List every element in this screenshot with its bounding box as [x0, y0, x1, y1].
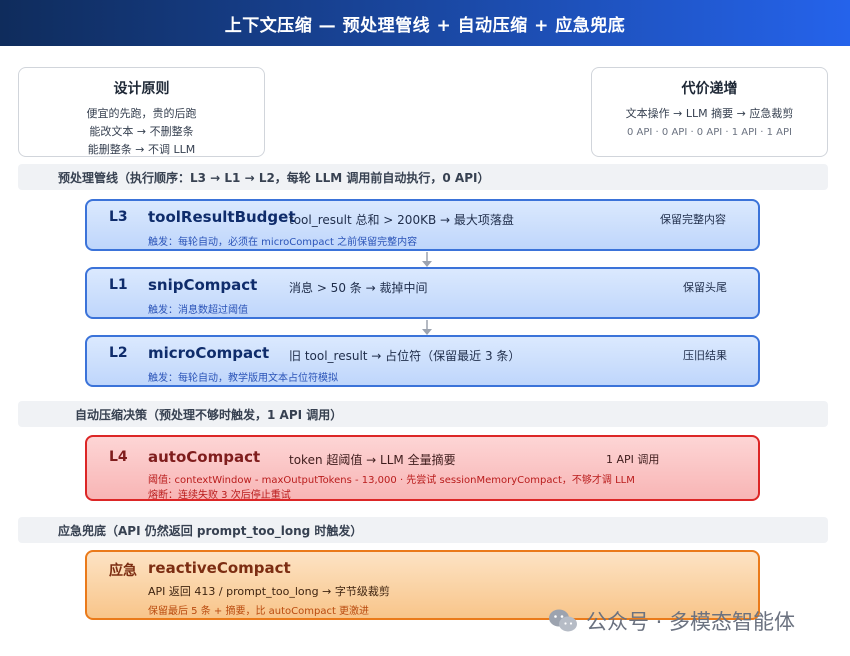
layer-id: L4	[109, 449, 128, 465]
layer-name: toolResultBudget	[148, 208, 296, 226]
cost-escalation-api-counts: 0 API · 0 API · 0 API · 1 API · 1 API	[627, 127, 792, 138]
section-auto-compact: 自动压缩决策（预处理不够时触发，1 API 调用）	[18, 401, 828, 427]
layer-circuit-breaker: 熔断：连续失败 3 次后停止重试	[148, 490, 291, 501]
layer-id: L3	[109, 209, 128, 225]
watermark: 公众号 · 多模态智能体	[548, 606, 795, 636]
layer-trigger: 触发：每轮自动，必须在 microCompact 之前保留完整内容	[148, 237, 418, 248]
layer-keep-note: 保留完整内容	[660, 213, 726, 226]
cost-escalation-box: 代价递增 文本操作 → LLM 摘要 → 应急裁剪 0 API · 0 API …	[591, 67, 828, 157]
layer-description: token 超阈值 → LLM 全量摘要	[289, 453, 456, 467]
header-banner: 上下文压缩 — 预处理管线 + 自动压缩 + 应急兜底	[0, 0, 850, 46]
cost-escalation-line: 文本操作 → LLM 摘要 → 应急裁剪	[625, 107, 794, 120]
section-emergency: 应急兜底（API 仍然返回 prompt_too_long 时触发）	[18, 517, 828, 543]
arrow-down-icon	[422, 252, 432, 267]
watermark-text: 公众号 · 多模态智能体	[586, 610, 796, 634]
layer-description: API 返回 413 / prompt_too_long → 字节级裁剪	[148, 585, 390, 598]
layer-cost-note: 1 API 调用	[606, 453, 660, 466]
section-emergency-label: 应急兜底（API 仍然返回 prompt_too_long 时触发）	[58, 523, 363, 538]
layer-description: 旧 tool_result → 占位符（保留最近 3 条）	[289, 349, 521, 363]
layer-l1-snip-compact: L1 snipCompact 消息 > 50 条 → 裁掉中间 保留头尾 触发：…	[85, 267, 760, 319]
section-auto-label: 自动压缩决策（预处理不够时触发，1 API 调用）	[75, 407, 343, 422]
wechat-icon	[549, 609, 577, 632]
page-title: 上下文压缩 — 预处理管线 + 自动压缩 + 应急兜底	[224, 15, 626, 36]
layer-name: snipCompact	[148, 276, 258, 294]
layer-l3-tool-result-budget: L3 toolResultBudget tool_result 总和 > 200…	[85, 199, 760, 251]
design-principle-line: 能删整条 → 不调 LLM	[87, 143, 196, 156]
design-principle-line: 便宜的先跑，贵的后跑	[86, 107, 197, 120]
layer-l4-auto-compact: L4 autoCompact token 超阈值 → LLM 全量摘要 1 AP…	[85, 435, 760, 501]
cost-escalation-title: 代价递增	[681, 81, 738, 97]
layer-keep-note: 保留头尾	[683, 281, 727, 294]
section-preprocess-pipeline: 预处理管线（执行顺序：L3 → L1 → L2，每轮 LLM 调用前自动执行，0…	[18, 164, 828, 190]
layer-id: 应急	[109, 563, 137, 579]
arrow-down-icon	[422, 320, 432, 335]
design-principle-line: 能改文本 → 不删整条	[89, 125, 194, 138]
section-preprocess-label: 预处理管线（执行顺序：L3 → L1 → L2，每轮 LLM 调用前自动执行，0…	[58, 170, 490, 185]
layer-description: tool_result 总和 > 200KB → 最大项落盘	[289, 213, 514, 227]
design-principles-box: 设计原则 便宜的先跑，贵的后跑 能改文本 → 不删整条 能删整条 → 不调 LL…	[18, 67, 265, 157]
layer-name: autoCompact	[148, 448, 261, 466]
layer-keep-note: 压旧结果	[683, 349, 727, 362]
layer-description: 消息 > 50 条 → 裁掉中间	[289, 281, 428, 295]
layer-name: microCompact	[148, 344, 270, 362]
layer-threshold: 阈值: contextWindow - maxOutputTokens - 13…	[148, 475, 635, 486]
layer-trigger: 触发：消息数超过阈值	[148, 305, 248, 316]
design-principles-title: 设计原则	[113, 81, 170, 97]
layer-trigger: 保留最后 5 条 + 摘要，比 autoCompact 更激进	[148, 606, 370, 617]
layer-name: reactiveCompact	[148, 559, 291, 577]
layer-l2-micro-compact: L2 microCompact 旧 tool_result → 占位符（保留最近…	[85, 335, 760, 387]
layer-id: L1	[109, 277, 128, 293]
layer-id: L2	[109, 345, 128, 361]
layer-trigger: 触发：每轮自动，教学版用文本占位符模拟	[148, 373, 338, 384]
